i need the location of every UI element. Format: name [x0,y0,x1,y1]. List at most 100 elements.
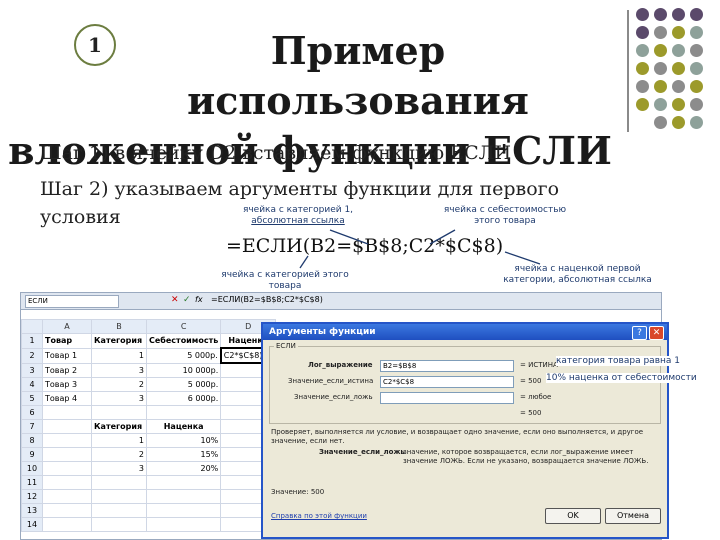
arg-input-3[interactable] [380,392,514,404]
cell[interactable]: 1 [91,347,147,364]
cell[interactable] [145,489,222,504]
cell[interactable]: 20% [145,461,222,476]
cell[interactable]: 5 000р. [145,347,222,364]
cell[interactable]: 15% [145,447,222,462]
arrow-1 [329,229,369,245]
table-row: 4 Товар 325 000р. [21,377,277,392]
col-header-a[interactable]: A [42,319,92,334]
table-row: 11 [21,475,277,490]
cell[interactable] [91,517,147,532]
row-number[interactable]: 2 [21,347,43,364]
ok-button[interactable]: OK [545,508,601,524]
arg-label-1: Лог_выражение [308,361,373,369]
arg-result-3: = любое [520,393,552,401]
row-number[interactable]: 11 [21,475,43,490]
cell[interactable] [42,433,92,448]
name-box[interactable]: ЕСЛИ [25,295,119,308]
cell[interactable]: 2 [91,377,147,392]
arg-input-2[interactable]: C2*$C$8 [380,376,514,388]
function-icon[interactable]: fx [195,295,203,304]
cell[interactable] [145,405,222,420]
cell[interactable]: 6 000р. [145,391,222,406]
row-number[interactable]: 3 [21,362,43,378]
table-row: 8 1 10% [21,433,277,448]
row-number[interactable]: 14 [21,517,43,532]
cell[interactable] [42,461,92,476]
cell[interactable]: 3 [91,362,147,378]
desc-arg-label: Значение_если_ложь [319,448,405,456]
cell[interactable]: Категория [91,419,147,434]
cell[interactable]: Товар 2 [42,362,92,378]
arg-label-3: Значение_если_ложь [294,393,373,401]
cell[interactable]: 10 000р. [145,362,222,378]
table-row: 9 2 15% [21,447,277,462]
cell[interactable] [145,503,222,518]
table-row: 14 [21,517,277,532]
cell[interactable] [42,447,92,462]
cell[interactable]: Категория [91,333,147,349]
cell[interactable]: Себестоимость [145,333,222,349]
table-row: 3 Товар 2 3 10 000р. [21,362,277,378]
formula-bar-text[interactable]: =ЕСЛИ(B2=$B$8;C2*$C$8) [211,295,323,304]
cell[interactable] [91,405,147,420]
help-icon[interactable]: ? [632,326,647,340]
cell[interactable]: 2 [91,447,147,462]
cell[interactable] [42,489,92,504]
cell[interactable]: Товар 1 [42,347,92,364]
col-header-c[interactable]: C [145,319,222,334]
col-header-b[interactable]: B [91,319,147,334]
help-link[interactable]: Справка по этой функции [271,512,367,520]
row-number[interactable]: 13 [21,503,43,518]
cell[interactable]: Товар 4 [42,391,92,406]
desc-arg-text: значение, которое возвращается, если лог… [403,448,649,465]
check-icon[interactable]: ✓ [183,295,191,305]
row-number[interactable]: 12 [21,489,43,504]
table-row: 1 Товар Категория Себестоимость Наценка [21,333,277,349]
row-number[interactable]: 9 [21,447,43,462]
row-number[interactable]: 7 [21,419,43,434]
row-number[interactable]: 10 [21,461,43,476]
value-label: Значение: 500 [271,488,325,496]
callout-markup-10: 10% наценка от себестоимости [546,373,697,383]
cell[interactable]: 3 [91,391,147,406]
cell[interactable] [91,503,147,518]
cancel-icon[interactable]: ✕ [171,295,179,305]
cell[interactable] [42,405,92,420]
arg-label-2: Значение_если_истина [288,377,374,385]
spreadsheet-grid: A B C D 1 Товар Категория Себестоимость Наце… [21,319,277,532]
arrow-3 [299,255,309,269]
cell[interactable]: 1 [91,433,147,448]
cancel-button[interactable]: Отмена [605,508,661,524]
cell[interactable] [91,475,147,490]
arrow-2 [429,229,456,245]
table-row: 2 Товар 115 000р. C2*$C$8) [21,347,277,364]
row-number[interactable]: 1 [21,333,43,349]
cell[interactable]: Наценка [145,419,222,434]
cell[interactable]: Товар 3 [42,377,92,392]
row-number[interactable]: 8 [21,433,43,448]
cell[interactable] [42,503,92,518]
table-row: 6 [21,405,277,420]
function-arguments-dialog: Аргументы функции ? ✕ ЕСЛИ Лог_выражение… [261,322,669,539]
function-description: Проверяет, выполняется ли условие, и воз… [271,428,644,445]
cell[interactable] [145,475,222,490]
cell[interactable] [91,489,147,504]
row-number[interactable]: 5 [21,391,43,406]
cell[interactable] [42,517,92,532]
formula-bar: ЕСЛИ ✕ ✓ fx =ЕСЛИ(B2=$B$8;C2*$C$8) [21,293,661,310]
cell[interactable] [145,517,222,532]
cell[interactable]: 3 [91,461,147,476]
table-row: 12 [21,489,277,504]
close-icon[interactable]: ✕ [649,326,664,340]
cell[interactable]: 5 000р. [145,377,222,392]
row-number[interactable]: 4 [21,377,43,392]
cell[interactable] [42,475,92,490]
cell[interactable] [42,419,92,434]
corner-cell[interactable] [21,319,43,334]
cell[interactable]: Товар [42,333,92,349]
table-row: 10 3 20% [21,461,277,476]
row-number[interactable]: 6 [21,405,43,420]
table-row: 5 Товар 436 000р. [21,391,277,406]
arg-input-1[interactable]: B2=$B$8 [380,360,514,372]
cell[interactable]: 10% [145,433,222,448]
